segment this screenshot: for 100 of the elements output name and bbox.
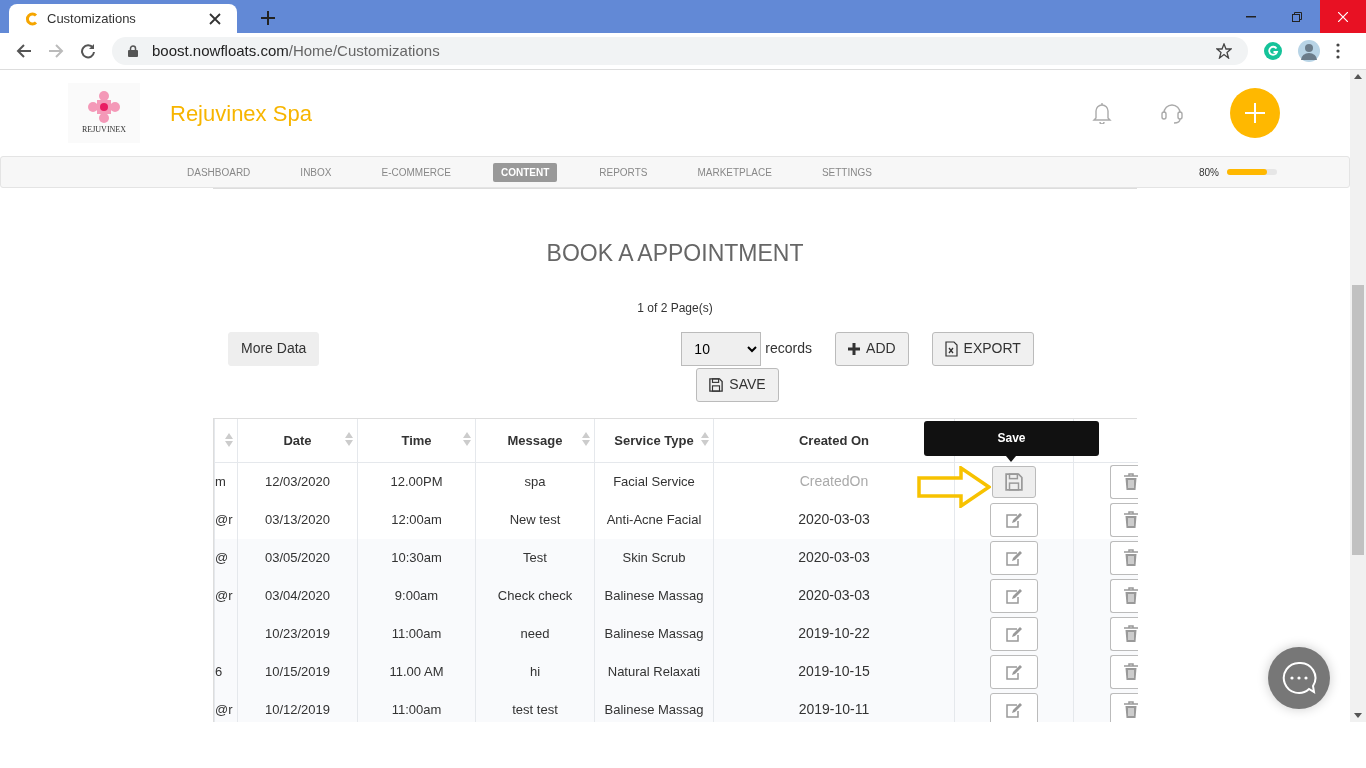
table-cell: Balinese Massag — [604, 701, 704, 717]
column-header[interactable]: Created On — [798, 432, 870, 448]
edit-button[interactable] — [990, 578, 1038, 613]
table-cell: 12.00PM — [390, 474, 443, 489]
trash-icon — [1124, 662, 1138, 681]
new-tab-icon[interactable] — [261, 11, 275, 25]
table-cell: 03/04/2020 — [264, 587, 331, 603]
address-bar[interactable]: boost.nowfloats.com/Home/Customizations — [112, 37, 1248, 65]
records-label: records — [765, 339, 813, 358]
progress-reading: 80% — [1199, 165, 1219, 180]
table-cell: Skin Scrub — [622, 549, 686, 565]
table-cell: Balinese Massag — [604, 625, 704, 641]
scroll-down-icon[interactable] — [1354, 713, 1362, 718]
plus-icon — [1243, 101, 1267, 125]
column-header[interactable]: Service Type — [614, 432, 694, 448]
table-cell: hi — [529, 663, 541, 679]
table-cell: need — [520, 625, 550, 641]
reload-icon[interactable] — [80, 43, 96, 59]
more-data-button[interactable]: More Data — [228, 331, 320, 366]
site-icon — [25, 11, 39, 26]
column-header[interactable]: Time — [401, 432, 432, 448]
delete-button[interactable] — [1110, 654, 1138, 689]
edit-button[interactable] — [990, 540, 1038, 575]
close-icon[interactable] — [209, 12, 221, 25]
delete-button[interactable] — [1110, 692, 1138, 722]
table-cell: 10/15/2019 — [264, 663, 331, 679]
back-icon[interactable] — [16, 43, 32, 59]
table-cell: Anti-Acne Facial — [606, 511, 702, 527]
table-cell: Check check — [497, 587, 573, 603]
delete-button[interactable] — [1110, 464, 1138, 499]
trash-icon — [1124, 510, 1138, 529]
url-text: boost.nowfloats.com/Home/Customizations — [152, 40, 441, 61]
table-cell: 03/05/2020 — [264, 549, 331, 565]
sort-icon[interactable] — [701, 430, 709, 447]
nav-tab[interactable]: INBOX — [292, 162, 340, 182]
page-title: BOOK A APPOINTMENT — [545, 239, 805, 268]
bookmark-star-icon[interactable] — [1216, 43, 1232, 59]
business-name: Rejuvinex Spa — [170, 99, 313, 128]
forward-icon[interactable] — [48, 43, 64, 59]
edit-icon — [1005, 663, 1023, 680]
table-cell: @r — [215, 701, 233, 717]
table-cell: 2020-03-03 — [798, 511, 870, 527]
delete-button[interactable] — [1110, 540, 1138, 575]
column-header[interactable]: Date — [283, 432, 312, 448]
table-cell: 2019-10-11 — [798, 701, 870, 717]
sort-icon[interactable] — [225, 432, 233, 449]
trash-icon — [1124, 624, 1138, 643]
table-cell: 11:00am — [391, 701, 442, 717]
sort-icon[interactable] — [463, 430, 471, 447]
export-button[interactable]: EXPORT — [931, 331, 1034, 366]
table-cell: Facial Service — [613, 474, 695, 489]
sort-icon[interactable] — [582, 430, 590, 447]
table-cell: 2020-03-03 — [798, 587, 870, 603]
scroll-up-icon[interactable] — [1354, 74, 1362, 79]
tab-title: Customizations — [47, 9, 137, 28]
edit-icon — [1005, 587, 1023, 604]
table-cell: spa — [524, 474, 546, 489]
edit-button[interactable] — [990, 616, 1038, 651]
scrollbar[interactable] — [1350, 70, 1366, 722]
delete-button[interactable] — [1110, 578, 1138, 613]
pager-text: 1 of 2 Page(s) — [636, 299, 714, 317]
table-cell: 2019-10-15 — [798, 663, 870, 679]
table-cell: Natural Relaxati — [607, 663, 701, 679]
table-cell: 03/13/2020 — [264, 511, 331, 527]
created-on-field[interactable]: CreatedOn — [774, 470, 894, 494]
excel-file-icon — [944, 340, 958, 357]
table-cell: @ — [215, 549, 229, 565]
notification-bell-icon[interactable] — [1092, 102, 1112, 124]
add-button[interactable] — [1230, 88, 1280, 138]
add-button[interactable]: ADD — [835, 331, 909, 366]
delete-button[interactable] — [1110, 616, 1138, 651]
browser-tab[interactable]: Customizations — [9, 4, 237, 33]
edit-button[interactable] — [990, 692, 1038, 722]
trash-icon — [1124, 586, 1138, 605]
tooltip-pointer — [1006, 455, 1016, 462]
edit-icon — [1005, 701, 1023, 718]
headset-icon[interactable] — [1160, 101, 1184, 125]
save-button[interactable] — [992, 465, 1036, 498]
extension-icon[interactable] — [1264, 42, 1282, 60]
sort-icon[interactable] — [345, 430, 353, 447]
table-cell: @r — [215, 587, 233, 603]
table-cell: 11:00am — [391, 625, 442, 641]
edit-button[interactable] — [990, 502, 1038, 537]
table-cell: 12:00am — [391, 511, 442, 527]
edit-icon — [1005, 625, 1023, 642]
page-size-select[interactable]: 10 — [681, 331, 762, 366]
menu-icon[interactable] — [1336, 43, 1340, 59]
edit-icon — [1005, 549, 1023, 566]
plus-icon — [848, 342, 861, 355]
chat-button[interactable] — [1268, 647, 1330, 709]
table-cell: 12/03/2020 — [264, 474, 331, 489]
profile-avatar-icon[interactable] — [1298, 40, 1320, 62]
save-button[interactable]: SAVE — [696, 367, 779, 402]
table-cell: Balinese Massag — [604, 587, 704, 603]
table-cell: New test — [509, 511, 561, 527]
column-header[interactable]: Message — [507, 432, 563, 448]
edit-button[interactable] — [990, 654, 1038, 689]
chat-bubble-icon — [1281, 660, 1317, 696]
delete-button[interactable] — [1110, 502, 1138, 537]
table-cell: 10/23/2019 — [264, 625, 331, 641]
